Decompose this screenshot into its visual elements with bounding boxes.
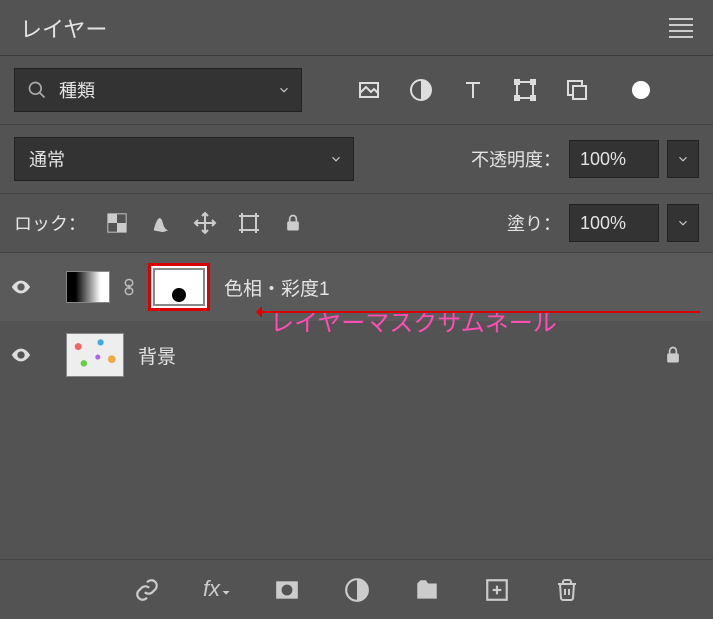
- layer-row[interactable]: 背景: [0, 321, 713, 389]
- visibility-toggle[interactable]: [10, 276, 36, 298]
- filter-adjustment-icon[interactable]: [408, 77, 434, 103]
- link-icon: [120, 275, 138, 299]
- filter-kind-select[interactable]: 種類: [14, 68, 302, 112]
- filter-shape-icon[interactable]: [512, 77, 538, 103]
- lock-transparent-icon[interactable]: [104, 210, 130, 236]
- lock-indicator[interactable]: [663, 345, 683, 365]
- opacity-input[interactable]: 100%: [569, 140, 659, 178]
- layer-mask-thumbnail[interactable]: [148, 263, 210, 311]
- search-icon: [27, 80, 47, 100]
- new-adjustment-button[interactable]: [343, 576, 371, 604]
- chevron-down-icon: [277, 83, 291, 97]
- lock-all-icon[interactable]: [280, 210, 306, 236]
- panel-menu-button[interactable]: [669, 18, 693, 38]
- filter-smartobject-icon[interactable]: [564, 77, 590, 103]
- chevron-down-icon: [329, 152, 343, 166]
- layer-style-button[interactable]: fx⏷: [203, 576, 231, 604]
- lock-label: ロック：: [14, 210, 86, 236]
- fill-label: 塗り：: [507, 210, 561, 236]
- panel-title: レイヤー: [20, 12, 107, 44]
- layer-row[interactable]: 色相・彩度1 レイヤーマスクサムネール: [0, 253, 713, 321]
- lock-image-icon[interactable]: [148, 210, 174, 236]
- layer-name[interactable]: 色相・彩度1: [224, 274, 330, 301]
- annotation-arrow: [260, 311, 700, 313]
- filter-type-icon[interactable]: [460, 77, 486, 103]
- layer-name[interactable]: 背景: [138, 342, 176, 369]
- visibility-toggle[interactable]: [10, 344, 36, 366]
- layer-thumbnail[interactable]: [66, 333, 124, 377]
- new-layer-button[interactable]: [483, 576, 511, 604]
- add-mask-button[interactable]: [273, 576, 301, 604]
- lock-artboard-icon[interactable]: [236, 210, 262, 236]
- new-group-button[interactable]: [413, 576, 441, 604]
- fill-input[interactable]: 100%: [569, 204, 659, 242]
- filter-pixel-icon[interactable]: [356, 77, 382, 103]
- filter-toggle-switch[interactable]: [628, 77, 654, 103]
- opacity-label: 不透明度：: [471, 146, 561, 172]
- link-layers-button[interactable]: [133, 576, 161, 604]
- fill-stepper[interactable]: [667, 204, 699, 242]
- delete-layer-button[interactable]: [553, 576, 581, 604]
- filter-kind-label: 種類: [59, 77, 95, 103]
- lock-position-icon[interactable]: [192, 210, 218, 236]
- adjustment-thumbnail[interactable]: [66, 271, 110, 303]
- blend-mode-label: 通常: [29, 146, 65, 172]
- opacity-stepper[interactable]: [667, 140, 699, 178]
- blend-mode-select[interactable]: 通常: [14, 137, 354, 181]
